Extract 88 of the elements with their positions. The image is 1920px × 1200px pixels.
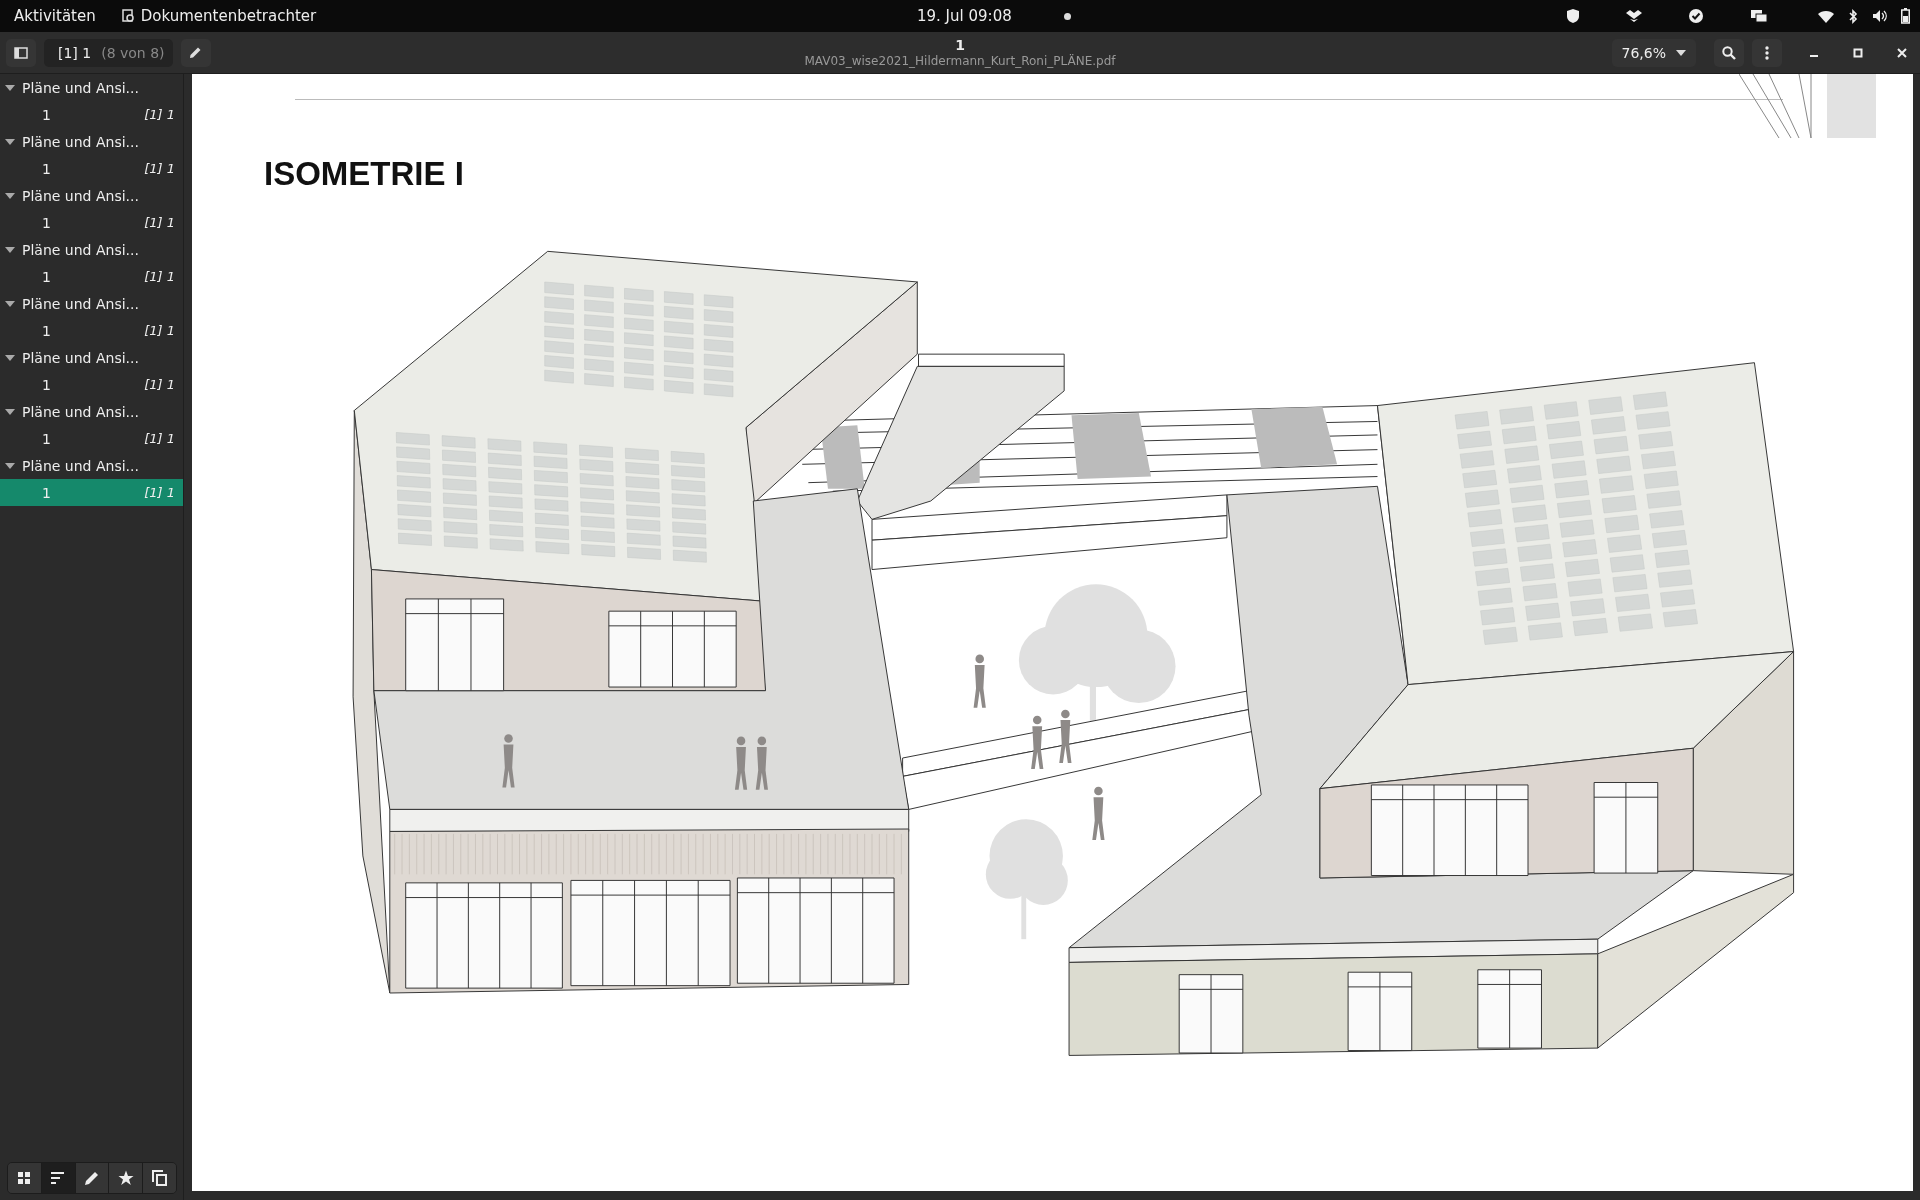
outline-item[interactable]: Pläne und Ansi... bbox=[0, 236, 183, 263]
expander-down-icon[interactable] bbox=[5, 462, 15, 469]
outline-title: 1 bbox=[42, 160, 51, 177]
outline-title: 1 bbox=[42, 430, 51, 447]
activities-button[interactable]: Aktivitäten bbox=[8, 3, 102, 29]
outline-item[interactable]: Pläne und Ansi... bbox=[0, 398, 183, 425]
volume-icon[interactable] bbox=[1872, 9, 1887, 23]
expander-down-icon[interactable] bbox=[5, 138, 15, 145]
expander-down-icon[interactable] bbox=[5, 84, 15, 91]
maximize-icon bbox=[1853, 47, 1863, 58]
zoom-dropdown[interactable]: 76,6% bbox=[1611, 38, 1696, 67]
expander-down-icon[interactable] bbox=[5, 300, 15, 307]
outline-title: 1 bbox=[42, 322, 51, 339]
outline-title: Pläne und Ansi... bbox=[22, 295, 139, 312]
outline-item[interactable]: 1 [1] 1 bbox=[0, 209, 183, 236]
page-label: [1] 1 bbox=[144, 107, 175, 122]
page-label: [1] 1 bbox=[144, 269, 175, 284]
star-icon bbox=[117, 1170, 134, 1186]
outline-item[interactable]: Pläne und Ansi... bbox=[0, 128, 183, 155]
outline-item[interactable]: Pläne und Ansi... bbox=[0, 182, 183, 209]
expander-down-icon[interactable] bbox=[5, 246, 15, 253]
outline-item[interactable]: Pläne und Ansi... bbox=[0, 74, 183, 101]
bluetooth-icon[interactable] bbox=[1848, 8, 1858, 24]
expander-down-icon[interactable] bbox=[5, 354, 15, 361]
outline-item[interactable]: 1 [1] 1 bbox=[0, 479, 183, 506]
outline-item[interactable]: 1 [1] 1 bbox=[0, 425, 183, 452]
expander-down-icon[interactable] bbox=[5, 408, 15, 415]
outline-title: 1 bbox=[42, 106, 51, 123]
page-label: [1] 1 bbox=[144, 161, 175, 176]
search-button[interactable] bbox=[1714, 38, 1744, 67]
close-icon bbox=[1897, 47, 1907, 58]
page-label: [1] 1 bbox=[144, 323, 175, 338]
outline-item[interactable]: 1 [1] 1 bbox=[0, 101, 183, 128]
outline-tab[interactable] bbox=[41, 1163, 76, 1193]
page-label: [1] 1 bbox=[144, 377, 175, 392]
battery-icon[interactable] bbox=[1901, 8, 1910, 24]
outline-title: Pläne und Ansi... bbox=[22, 241, 139, 258]
expander-down-icon[interactable] bbox=[5, 192, 15, 199]
wifi-icon[interactable] bbox=[1818, 9, 1834, 23]
outline-item[interactable]: Pläne und Ansi... bbox=[0, 290, 183, 317]
clock[interactable]: 19. Jul 09:08 bbox=[917, 7, 1012, 25]
drawing-title: ISOMETRIE I bbox=[264, 154, 465, 194]
copy-icon bbox=[152, 1170, 168, 1186]
outline-title: 1 bbox=[42, 376, 51, 393]
thumbnails-tab[interactable] bbox=[8, 1163, 42, 1193]
outline-item[interactable]: Pläne und Ansi... bbox=[0, 344, 183, 371]
outline-title: Pläne und Ansi... bbox=[22, 403, 139, 420]
outline-item[interactable]: 1 [1] 1 bbox=[0, 155, 183, 182]
annotations-tab[interactable] bbox=[75, 1163, 110, 1193]
displays-icon[interactable] bbox=[1750, 9, 1768, 23]
page-label: [1] 1 bbox=[144, 215, 175, 230]
bookmarks-tab[interactable] bbox=[109, 1163, 144, 1193]
menu-button[interactable] bbox=[1752, 38, 1782, 67]
outline-item[interactable]: 1 [1] 1 bbox=[0, 317, 183, 344]
check-circle-icon[interactable] bbox=[1688, 8, 1704, 24]
shield-icon[interactable] bbox=[1566, 8, 1580, 24]
outline-title: Pläne und Ansi... bbox=[22, 457, 139, 474]
outline-title: Pläne und Ansi... bbox=[22, 79, 139, 96]
menu-icon bbox=[1765, 45, 1769, 60]
outline-title: 1 bbox=[42, 268, 51, 285]
layers-tab[interactable] bbox=[143, 1163, 176, 1193]
outline-item[interactable]: 1 [1] 1 bbox=[0, 371, 183, 398]
page-label: [1] 1 bbox=[144, 485, 175, 500]
grid-icon bbox=[18, 1172, 31, 1184]
app-menu-button[interactable]: Dokumentenbetrachter bbox=[115, 3, 323, 29]
document-viewer-icon bbox=[121, 9, 135, 23]
window-title: 1 bbox=[955, 36, 965, 54]
list-icon bbox=[51, 1172, 66, 1184]
window-subtitle: MAV03_wise2021_Hildermann_Kurt_Roni_PLÄNE.pdf bbox=[804, 54, 1116, 69]
outline-title: Pläne und Ansi... bbox=[22, 349, 139, 366]
outline-title: 1 bbox=[42, 484, 51, 501]
sidebar-toggle-button[interactable] bbox=[6, 38, 36, 67]
pencil-icon bbox=[84, 1170, 100, 1186]
outline-item[interactable]: 1 [1] 1 bbox=[0, 263, 183, 290]
caret-icon bbox=[1676, 49, 1686, 56]
outline-item[interactable]: Pläne und Ansi... bbox=[0, 452, 183, 479]
edit-button[interactable] bbox=[180, 38, 211, 67]
sidebar-icon bbox=[14, 46, 28, 59]
outline-title: Pläne und Ansi... bbox=[22, 133, 139, 150]
page-field[interactable]: [1] 1 (8 von 8) bbox=[44, 38, 173, 67]
box-icon[interactable] bbox=[1626, 9, 1642, 23]
page-count: (8 von 8) bbox=[101, 44, 165, 61]
search-icon bbox=[1722, 45, 1736, 60]
outline-title: 1 bbox=[42, 214, 51, 231]
minimize-icon bbox=[1810, 55, 1818, 57]
pencil-icon bbox=[189, 46, 203, 59]
outline-title: Pläne und Ansi... bbox=[22, 187, 139, 204]
page-label: [1] 1 bbox=[144, 431, 175, 446]
